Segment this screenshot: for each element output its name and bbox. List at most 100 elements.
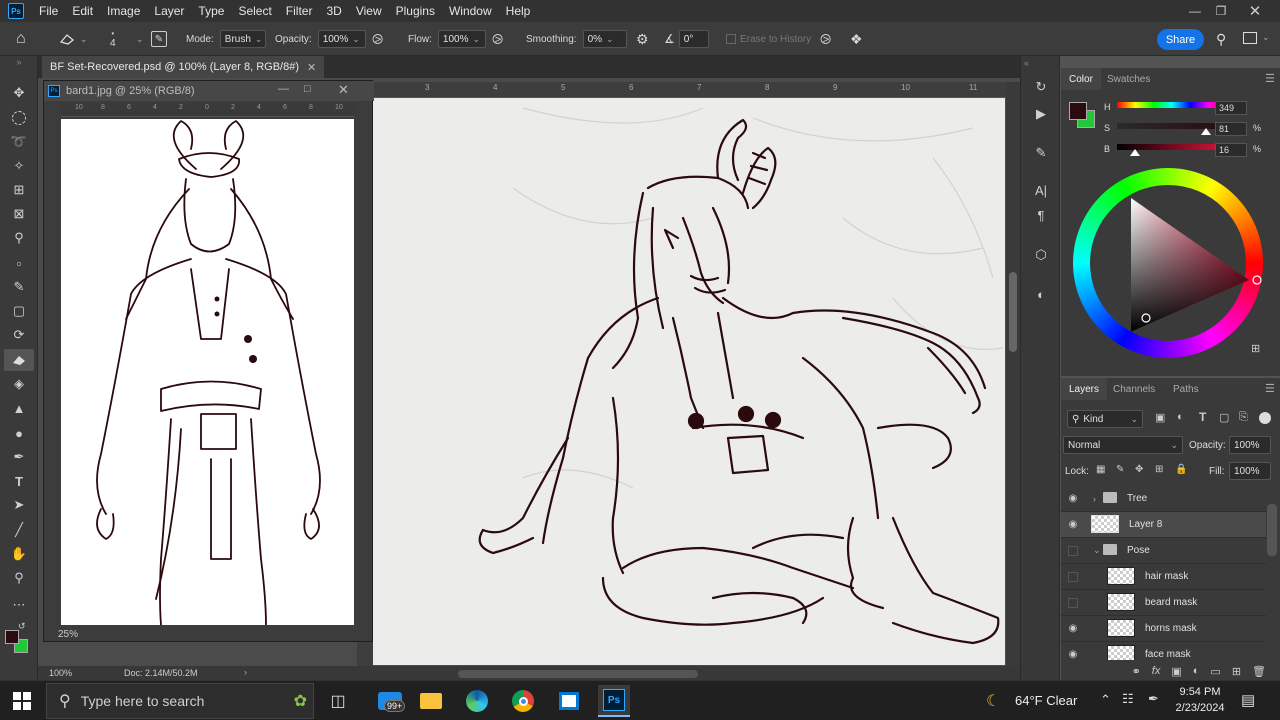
delete-layer-icon[interactable]: 🗑 [1252,665,1266,678]
saturation-slider[interactable] [1117,123,1227,135]
lock-all-icon[interactable]: 🔒 [1175,464,1187,475]
document-tab[interactable]: BF Set-Recovered.psd @ 100% (Layer 8, RG… [42,56,325,78]
menu-item-window[interactable]: Window [442,4,499,18]
hue-input[interactable]: 349 [1215,101,1247,115]
more-tools-icon[interactable]: ⋯ [4,594,34,616]
layer-opacity-input[interactable]: 100% [1229,436,1271,454]
pen-ink-icon[interactable]: ✒ [1148,691,1159,707]
weather-moon-icon[interactable]: ☾ [986,691,1000,711]
blur-tool-icon[interactable]: ▲ [4,397,34,419]
color-triangle[interactable] [1073,168,1263,358]
photoshop-logo[interactable]: Ps [8,3,24,19]
symmetry-icon[interactable]: ❖ [850,22,863,56]
add-mask-icon[interactable]: ▣ [1171,665,1181,678]
quick-select-tool-icon[interactable]: ✧ [4,155,34,177]
status-chevron-icon[interactable]: › [244,667,247,677]
angle-input[interactable]: 0° [678,30,709,48]
tab-swatches[interactable]: Swatches [1099,68,1158,90]
visibility-eye-icon[interactable]: ◉ [1066,648,1080,660]
notification-center-icon[interactable]: ▤ [1241,691,1255,709]
filter-smartobject-icon[interactable]: ⎘ [1239,411,1248,424]
taskbar-search-box[interactable]: ⚲ Type here to search ✿ [46,683,314,719]
blend-mode-select[interactable]: Normal ⌄ [1063,436,1183,454]
floating-document-window[interactable]: Ps bard1.jpg @ 25% (RGB/8) — □ ✕ 10 8 6 4 2 0… [43,80,374,642]
layer-row-beard-mask[interactable]: beard mask [1061,590,1266,616]
menu-item-3d[interactable]: 3D [319,4,348,18]
history-brush-tool-icon[interactable]: ⟳ [4,324,34,346]
foreground-color-swatch[interactable] [5,630,19,644]
document-zoom-level[interactable]: 100% [49,668,72,678]
history-panel-icon[interactable]: ↻ [1026,76,1056,98]
lasso-tool-icon[interactable]: ➰ [4,131,34,153]
search-icon[interactable]: ⚲ [1216,31,1226,48]
expand-panels-icon[interactable]: « [1024,58,1029,68]
brightness-slider[interactable] [1117,144,1227,156]
floating-zoom-level[interactable]: 25% [58,629,78,640]
zoom-tool-icon[interactable]: ⚲ [4,567,34,589]
layer-row-tree[interactable]: ◉ › Tree [1061,486,1266,512]
layer-row-pose[interactable]: ⌄ Pose [1061,538,1266,564]
brightness-slider-knob[interactable] [1129,149,1140,156]
workspace-chevron-icon[interactable]: ⌄ [1262,32,1270,43]
filter-pixel-icon[interactable]: ▣ [1155,411,1165,424]
float-maximize-icon[interactable]: □ [304,83,311,95]
close-icon[interactable]: ✕ [1240,0,1270,22]
eraser-tool-icon[interactable] [4,349,34,371]
actions-panel-icon[interactable]: ▶ [1026,103,1056,125]
brush-tool-icon[interactable]: ✎ [4,276,34,298]
visibility-toggle-off[interactable] [1068,597,1078,608]
float-minimize-icon[interactable]: — [278,83,289,95]
healing-brush-tool-icon[interactable]: ▫ [4,252,34,274]
menu-item-filter[interactable]: Filter [279,4,320,18]
network-icon[interactable]: ☷ [1122,691,1134,707]
eyedropper-tool-icon[interactable]: ⚲ [4,227,34,249]
layer-kind-filter[interactable]: ⚲ Kind ⌄ [1067,410,1143,428]
lock-transparent-icon[interactable]: ▦ [1096,464,1105,475]
show-hidden-icons-chevron[interactable]: ⌃ [1100,692,1111,708]
task-view-icon[interactable]: ◫ [322,685,354,717]
type-tool-icon[interactable]: T [4,470,34,492]
file-explorer-icon[interactable] [415,685,447,717]
menu-item-plugins[interactable]: Plugins [389,4,442,18]
3d-panel-icon[interactable]: ⬡ [1026,244,1056,266]
crop-tool-icon[interactable]: ⊞ [4,179,34,201]
visibility-eye-icon[interactable]: ◉ [1066,622,1080,636]
move-tool-icon[interactable]: ✥ [4,82,34,104]
brightness-input[interactable]: 16 [1215,143,1247,157]
airbrush-icon[interactable]: ⧁ [492,22,503,56]
opacity-input[interactable]: 100% ⌄ [317,30,366,48]
link-layers-icon[interactable]: ⚭ [1132,665,1141,678]
clock-time[interactable]: 9:54 PM [1172,686,1228,698]
main-canvas[interactable] [373,98,1005,665]
layer-style-fx-icon[interactable]: fx [1152,665,1161,677]
line-tool-icon[interactable]: ╱ [4,519,34,541]
filter-adjustment-icon[interactable]: ◐ [1177,411,1184,423]
visibility-eye-icon[interactable]: ◉ [1066,492,1080,506]
add-swatch-icon[interactable]: ⊞ [1251,342,1260,355]
menu-item-help[interactable]: Help [499,4,538,18]
tab-layers[interactable]: Layers [1061,378,1108,400]
saturation-slider-knob[interactable] [1201,128,1212,135]
filter-type-icon[interactable]: T [1199,410,1206,424]
adjustments-panel-icon[interactable]: ◐ [1026,283,1056,305]
character-panel-icon[interactable]: A| [1026,179,1056,201]
erase-to-history-checkbox[interactable]: Erase to History [726,22,811,56]
close-tab-icon[interactable]: ✕ [307,61,316,74]
group-expand-icon[interactable]: › [1093,494,1096,504]
filter-shape-icon[interactable]: ▢ [1219,411,1229,424]
swap-colors-icon[interactable]: ↺ [18,621,26,632]
color-foreground-swatch[interactable] [1069,102,1087,120]
clock-date[interactable]: 2/23/2024 [1172,702,1228,714]
visibility-toggle-off[interactable] [1068,571,1078,582]
dodge-tool-icon[interactable]: ● [4,422,34,444]
brushes-panel-icon[interactable]: ✎ [1026,142,1056,164]
menu-item-file[interactable]: File [32,4,65,18]
brush-chevron-icon[interactable]: ⌄ [132,22,144,56]
hue-slider[interactable] [1117,102,1229,114]
smoothing-gear-icon[interactable]: ⚙ [636,22,649,56]
paragraph-panel-icon[interactable]: ¶ [1026,204,1056,226]
menu-item-layer[interactable]: Layer [147,4,191,18]
share-button[interactable]: Share [1157,29,1204,50]
horizontal-scrollbar[interactable] [458,670,698,678]
eraser-tool-preset-icon[interactable]: ⌄ [58,22,88,56]
